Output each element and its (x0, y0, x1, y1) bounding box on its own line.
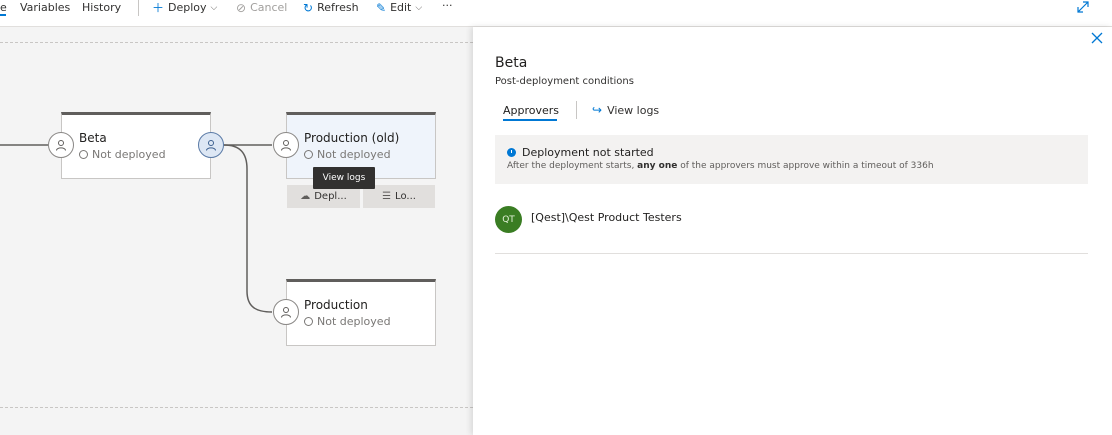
panel-subtitle: Post-deployment conditions (495, 76, 634, 87)
active-tab-underline (503, 119, 557, 121)
plus-icon: ＋ (152, 0, 165, 15)
expand-icon[interactable] (1076, 0, 1090, 14)
chevron-down-icon: ⌵ (210, 2, 218, 13)
view-logs-link[interactable]: ↪ View logs (592, 103, 659, 117)
approver-person-icon (206, 140, 216, 151)
view-logs-label: View logs (607, 103, 660, 117)
toolbar: e Variables History ＋ Deploy ⌵ ⊘ Cancel … (0, 0, 1112, 27)
refresh-label: Refresh (317, 1, 359, 14)
logs-icon: ☰ (382, 191, 392, 202)
info-text-end: of the approvers must approve within a t… (677, 161, 934, 171)
deploy-stage-label: Depl... (314, 191, 347, 202)
tab-pipeline[interactable]: e (0, 0, 7, 16)
stage-name: Production (304, 298, 368, 312)
cloud-icon: ☁ (300, 191, 311, 202)
tab-pipeline-label: e (0, 1, 7, 14)
stage-production[interactable]: Production Not deployed (286, 279, 436, 346)
stage-status-label: Not deployed (317, 148, 391, 161)
redirect-icon: ↪ (592, 103, 603, 117)
stage-name: Production (old) (304, 131, 400, 145)
approver-person-icon (56, 140, 66, 151)
stage-status: Not deployed (79, 148, 166, 161)
edit-button[interactable]: ✎ Edit ⌵ (376, 0, 422, 15)
deploy-label: Deploy (168, 1, 207, 14)
edit-label: Edit (390, 1, 412, 14)
stage-status-label: Not deployed (92, 148, 166, 161)
status-circle-icon (304, 317, 313, 326)
tab-approvers[interactable]: Approvers (503, 104, 559, 117)
divider (495, 253, 1088, 254)
panel-title: Beta (495, 55, 528, 71)
refresh-button[interactable]: ↻ Refresh (303, 0, 359, 15)
stage-status-label: Not deployed (317, 315, 391, 328)
approver-person-icon (281, 307, 291, 318)
close-icon[interactable] (1091, 32, 1103, 44)
panel-tabs: Approvers ↪ View logs (495, 100, 1090, 122)
cancel-icon: ⊘ (236, 0, 247, 15)
refresh-icon: ↻ (303, 0, 314, 15)
info-text: After the deployment starts, any one of … (507, 161, 934, 171)
post-deployment-conditions-panel: Beta Post-deployment conditions Approver… (473, 27, 1112, 435)
stage-name: Beta (79, 131, 107, 145)
pre-deployment-approvers-production-old[interactable] (273, 132, 299, 158)
pencil-icon: ✎ (376, 0, 387, 15)
view-logs-tooltip: View logs (313, 167, 375, 189)
info-text-start: After the deployment starts, (507, 161, 638, 171)
active-tab-underline (0, 14, 6, 16)
deployment-info-box: Deployment not started After the deploym… (495, 135, 1088, 184)
status-circle-icon (79, 150, 88, 159)
cancel-label: Cancel (250, 1, 288, 14)
tab-divider (576, 101, 577, 119)
approver-group-name: [Qest]\Qest Product Testers (531, 211, 682, 224)
info-text-emphasis: any one (637, 161, 678, 171)
deploy-button[interactable]: ＋ Deploy ⌵ (152, 0, 217, 15)
stage-beta[interactable]: Beta Not deployed (61, 112, 211, 179)
avatar: QT (495, 206, 522, 233)
cancel-button[interactable]: ⊘ Cancel (236, 0, 287, 15)
pipeline-canvas: Beta Not deployed Production (old) Not d… (0, 27, 473, 435)
tab-history[interactable]: History (82, 0, 121, 15)
pre-deployment-approvers-beta[interactable] (48, 132, 74, 158)
stage-status: Not deployed (304, 148, 391, 161)
logs-stage-label: Lo... (395, 191, 416, 202)
info-icon (507, 148, 516, 157)
status-circle-icon (304, 150, 313, 159)
info-title: Deployment not started (522, 146, 654, 159)
tab-variables[interactable]: Variables (20, 0, 70, 15)
post-deployment-approvers-beta[interactable] (198, 132, 224, 158)
stage-status: Not deployed (304, 315, 391, 328)
toolbar-divider (138, 0, 139, 16)
pipeline-connectors (0, 144, 273, 313)
more-actions-button[interactable]: ··· (442, 0, 453, 13)
pre-deployment-approvers-production[interactable] (273, 299, 299, 325)
chevron-down-icon: ⌵ (415, 2, 423, 13)
approver-person-icon (281, 140, 291, 151)
